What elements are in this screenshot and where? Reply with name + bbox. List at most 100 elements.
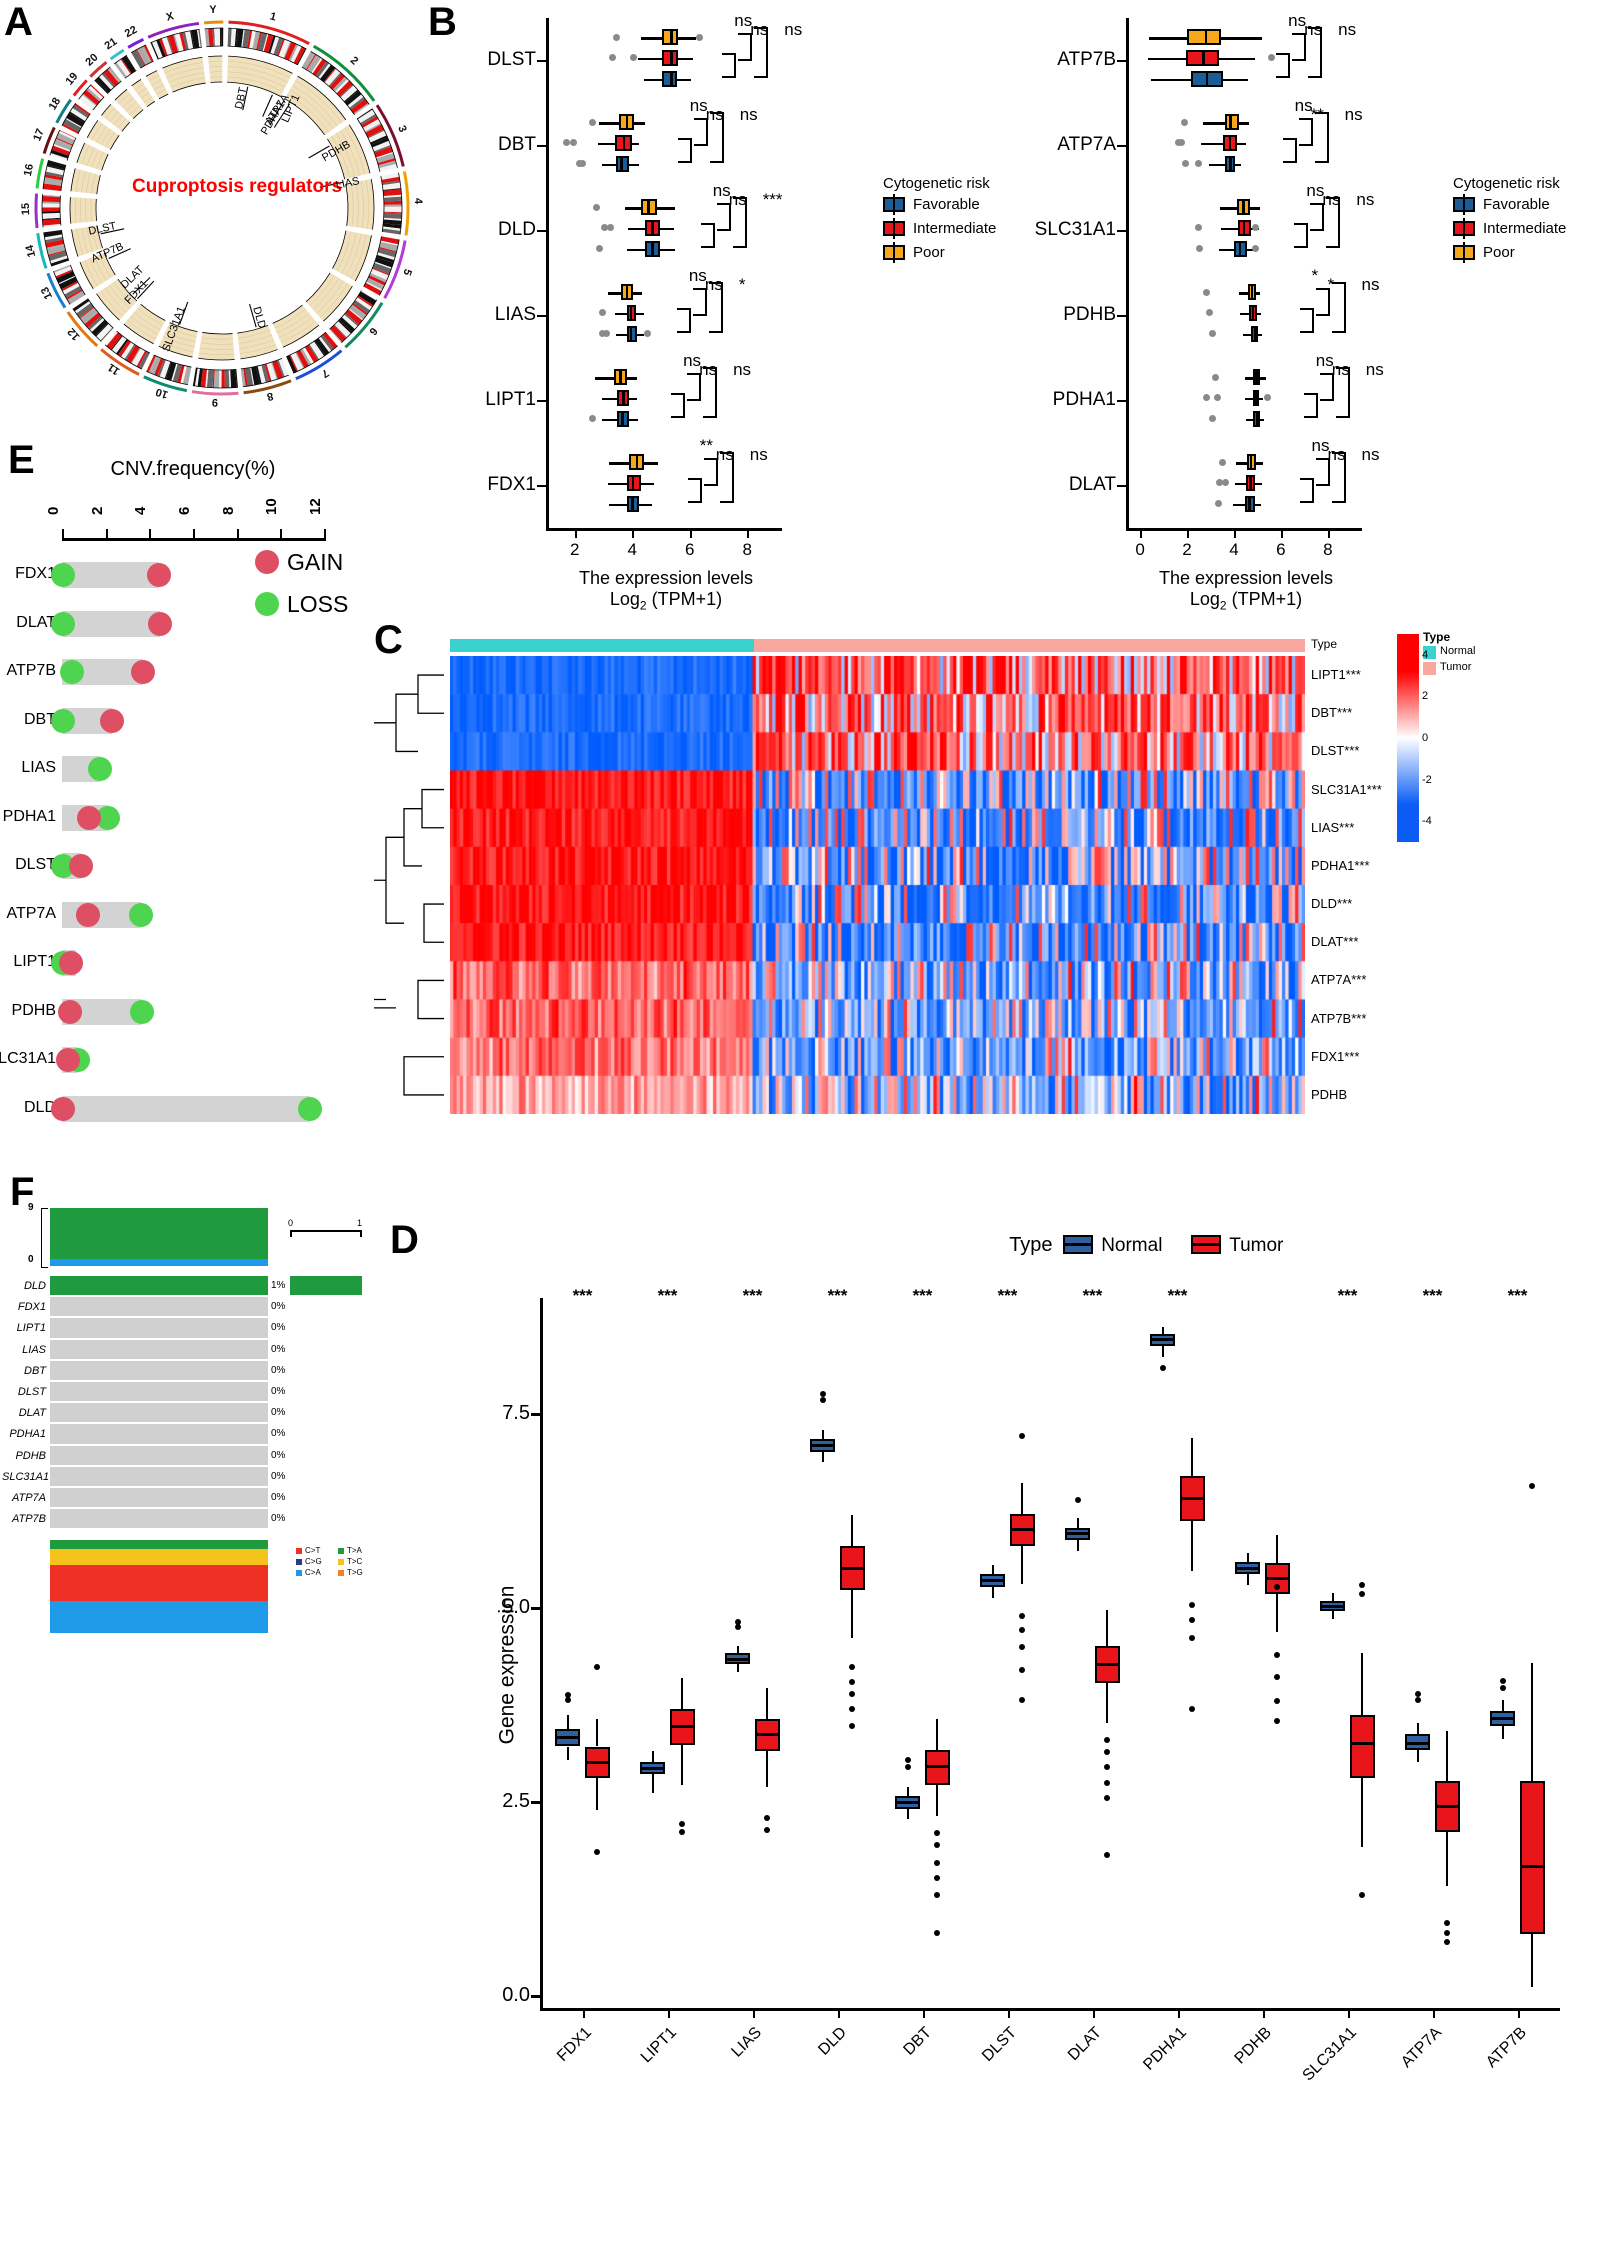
d-outlier-point <box>1019 1613 1026 1620</box>
oncoplot-gene-pct: 0% <box>271 1492 286 1503</box>
median-line <box>1238 240 1242 257</box>
ideogram-stripe <box>131 49 145 69</box>
oncoplot-row <box>50 1424 268 1444</box>
gene-axis-label: LIAS <box>494 303 536 325</box>
ideogram-stripe <box>264 363 272 382</box>
cnv-chart: CNV.frequency(%) 0 2 4 6 8 10 12 FDX1 DLAT ATP7B DB… <box>0 420 400 1160</box>
whisker-low <box>643 78 663 81</box>
d-whisker-lower <box>1501 1726 1504 1739</box>
ideogram-stripe <box>69 111 86 123</box>
d-outlier-point <box>1104 1779 1111 1786</box>
cnv-gene-label: ATP7B <box>6 662 57 679</box>
d-x-tick <box>1262 2010 1265 2018</box>
ideogram-stripe <box>74 300 91 314</box>
oncoplot-row <box>50 1318 268 1338</box>
gene-axis-tick <box>537 399 546 402</box>
ideogram-stripe <box>371 137 389 148</box>
bottom-stack-band-3 <box>50 1601 268 1634</box>
oncoplot-gene-pct: 0% <box>271 1322 286 1334</box>
whisker-high <box>1257 333 1263 336</box>
whisker-high <box>1235 163 1241 166</box>
d-outlier-point <box>934 1929 941 1936</box>
cnv-x-tick <box>193 529 195 538</box>
ideogram-stripe <box>67 290 86 305</box>
ideogram-stripe <box>51 145 71 156</box>
d-whisker-upper <box>1416 1723 1419 1735</box>
oncoplot-gene-label: PDHA1 <box>9 1428 46 1441</box>
sig-label-left: ns <box>699 360 718 379</box>
ideogram-stripe <box>63 118 82 133</box>
ideogram-stripe <box>53 264 71 273</box>
whisker-low <box>616 333 627 336</box>
whisker-low <box>602 418 618 421</box>
ideogram-stripe <box>90 84 105 98</box>
median-line <box>651 240 654 257</box>
d-median-line <box>639 1766 666 1770</box>
gene-axis-tick <box>1117 399 1126 402</box>
d-whisker-lower <box>1361 1777 1364 1848</box>
inner-track-outline <box>95 198 98 221</box>
type-legend-label: Tumor <box>1440 661 1472 673</box>
median-line <box>629 304 633 321</box>
ideogram-stripe <box>340 85 358 102</box>
gene-axis-label: LIPT1 <box>485 388 536 410</box>
d-significance-label: *** <box>572 1286 593 1305</box>
ideogram-stripe <box>257 32 268 52</box>
whisker-high <box>1255 292 1260 295</box>
ideogram-stripe <box>378 160 397 169</box>
mutation-legend-swatch-2 <box>296 1570 302 1577</box>
inner-track-segment <box>123 303 166 344</box>
sig-label-left: ** <box>1310 105 1324 124</box>
d-y-tick <box>531 1413 540 1416</box>
d-whisker-lower <box>566 1746 569 1760</box>
ideogram-stripe <box>95 322 109 337</box>
median-line <box>625 114 628 131</box>
ideogram-stripe <box>64 285 82 299</box>
whisker-low <box>1232 503 1245 506</box>
ideogram-stripe <box>277 38 285 57</box>
d-significance-label: *** <box>657 1286 678 1305</box>
d-y-axis-title: Gene expression <box>495 1585 519 1745</box>
ideogram-stripe <box>125 344 140 364</box>
ideogram-stripe <box>45 166 65 176</box>
cnv-gain-dot <box>100 708 125 733</box>
x-axis-title-log: Log <box>1189 589 1220 609</box>
cnv-gain-dot <box>56 1048 81 1072</box>
whisker-low <box>615 312 627 316</box>
whisker-low <box>607 292 622 295</box>
ideogram-stripe <box>95 76 112 93</box>
whisker-low <box>1239 312 1250 316</box>
x-tick-label: 6 <box>685 540 695 559</box>
ideogram-stripe <box>257 365 266 384</box>
outlier-point <box>643 330 651 337</box>
ideogram-stripe <box>329 328 343 343</box>
d-y-tick <box>531 1607 540 1610</box>
tmb-bar-green <box>50 1208 268 1259</box>
x-tick <box>1140 531 1143 538</box>
d-outlier-point <box>1444 1919 1451 1926</box>
d-outlier-point <box>1359 1591 1366 1598</box>
ideogram-stripe <box>79 307 98 324</box>
oncoplot-gene-pct: 1% <box>271 1280 286 1291</box>
ideogram-stripe <box>272 360 284 380</box>
ideogram-stripe <box>301 51 316 70</box>
d-whisker-lower <box>1276 1594 1279 1632</box>
ideogram-stripe <box>320 334 334 351</box>
whisker-high <box>1237 142 1246 146</box>
outlier-point <box>1209 330 1217 337</box>
whisker-low <box>1221 227 1239 231</box>
ideogram-stripe <box>368 130 387 143</box>
ideogram-stripe <box>311 57 323 74</box>
sig-label-left: ns <box>715 445 734 464</box>
ideogram-stripe <box>79 306 95 319</box>
inner-track-segment <box>198 332 235 360</box>
ideogram-stripe <box>45 239 65 248</box>
legend-item-label: Poor <box>1483 244 1515 261</box>
cnv-bar <box>62 1095 310 1122</box>
gene-axis-tick <box>537 59 546 62</box>
chromosome-arc <box>402 171 410 236</box>
median-line <box>622 134 626 151</box>
d-outlier-point <box>1104 1748 1111 1755</box>
oncoplot-gene-label: DLD <box>23 1280 46 1292</box>
whisker-low <box>1209 163 1225 166</box>
